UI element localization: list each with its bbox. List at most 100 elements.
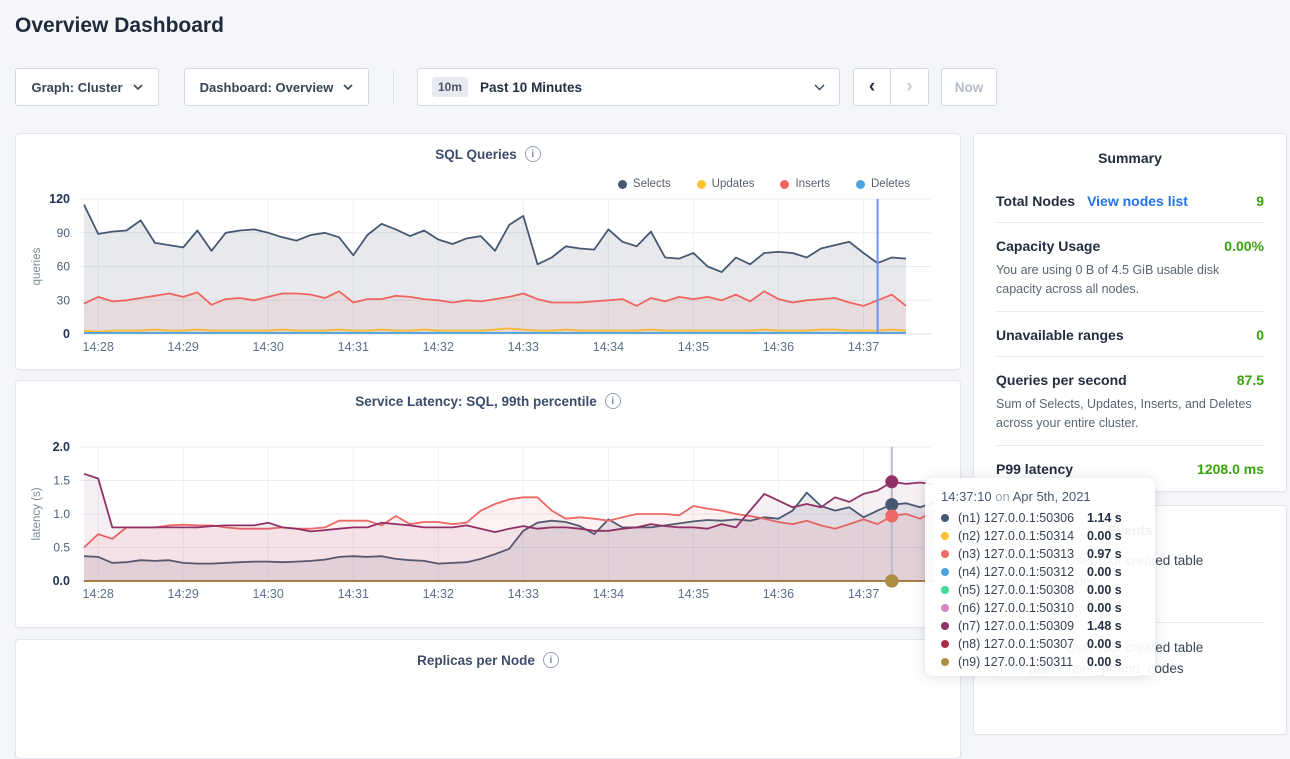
- replicas-card: Replicas per Node i: [15, 639, 961, 759]
- unavailable-ranges-row: Unavailable ranges 0: [996, 312, 1264, 357]
- node-color-dot: [941, 640, 949, 648]
- time-range-selector[interactable]: 10m Past 10 Minutes: [417, 68, 840, 106]
- y-tick-label: 120: [49, 192, 70, 206]
- x-tick-label: 14:35: [678, 587, 709, 601]
- x-tick-label: 14:33: [508, 587, 539, 601]
- time-range-label: Past 10 Minutes: [480, 80, 582, 95]
- unavailable-ranges-label: Unavailable ranges: [996, 327, 1124, 343]
- x-tick-label: 14:31: [338, 587, 369, 601]
- node-latency-value: 0.00 s: [1087, 655, 1122, 669]
- node-address: (n4) 127.0.0.1:50312: [958, 565, 1087, 579]
- replicas-title: Replicas per Node: [417, 653, 535, 668]
- node-color-dot: [941, 622, 949, 630]
- next-button[interactable]: ›: [891, 69, 928, 105]
- tooltip-row: (n7) 127.0.0.1:503091.48 s: [941, 617, 1139, 635]
- chevron-down-icon: [133, 84, 143, 90]
- y-tick-label: 0.5: [53, 541, 70, 555]
- now-button[interactable]: Now: [941, 68, 997, 106]
- view-nodes-link[interactable]: View nodes list: [1087, 193, 1188, 209]
- p99-label: P99 latency: [996, 461, 1073, 477]
- tooltip-row: (n8) 127.0.0.1:503070.00 s: [941, 635, 1139, 653]
- node-latency-value: 0.00 s: [1087, 529, 1122, 543]
- tooltip-row: (n9) 127.0.0.1:503110.00 s: [941, 653, 1139, 671]
- capacity-desc: You are using 0 B of 4.5 GiB usable disk…: [996, 261, 1264, 312]
- time-range-badge: 10m: [432, 77, 468, 97]
- x-tick-label: 14:35: [678, 340, 709, 354]
- node-latency-value: 1.14 s: [1087, 511, 1122, 525]
- tooltip-date: Apr 5th, 2021: [1013, 489, 1091, 504]
- tooltip-row: (n1) 127.0.0.1:503061.14 s: [941, 509, 1139, 527]
- total-nodes-row: Total Nodes View nodes list 9: [996, 178, 1264, 223]
- x-tick-label: 14:30: [253, 587, 284, 601]
- qps-desc: Sum of Selects, Updates, Inserts, and De…: [996, 395, 1264, 446]
- total-nodes-value: 9: [1256, 193, 1264, 209]
- graph-dropdown[interactable]: Graph: Cluster: [15, 68, 159, 106]
- hover-dot: [885, 510, 898, 523]
- node-address: (n8) 127.0.0.1:50307: [958, 637, 1087, 651]
- node-address: (n1) 127.0.0.1:50306: [958, 511, 1087, 525]
- hover-dot: [885, 575, 898, 588]
- tooltip-row: (n2) 127.0.0.1:503140.00 s: [941, 527, 1139, 545]
- sql-queries-card: SQL Queries i SelectsUpdatesInsertsDelet…: [15, 133, 961, 370]
- node-latency-value: 0.00 s: [1087, 565, 1122, 579]
- y-tick-label: 2.0: [53, 440, 70, 454]
- tooltip-header: 14:37:10 on Apr 5th, 2021: [941, 489, 1139, 504]
- node-latency-value: 1.48 s: [1087, 619, 1122, 633]
- chevron-down-icon: [814, 84, 825, 91]
- node-color-dot: [941, 658, 949, 666]
- node-address: (n2) 127.0.0.1:50314: [958, 529, 1087, 543]
- graph-dropdown-label: Graph: Cluster: [31, 80, 122, 95]
- node-latency-value: 0.00 s: [1087, 637, 1122, 651]
- unavailable-ranges-value: 0: [1256, 327, 1264, 343]
- time-nav-group: ‹ ›: [853, 68, 929, 106]
- node-color-dot: [941, 532, 949, 540]
- node-address: (n7) 127.0.0.1:50309: [958, 619, 1087, 633]
- page-title: Overview Dashboard: [15, 14, 224, 38]
- prev-button[interactable]: ‹: [854, 69, 891, 105]
- x-tick-label: 14:29: [168, 587, 199, 601]
- x-tick-label: 14:28: [83, 587, 114, 601]
- chevron-down-icon: [343, 84, 353, 90]
- y-tick-label: 1.5: [53, 474, 70, 488]
- hover-tooltip: 14:37:10 on Apr 5th, 2021 (n1) 127.0.0.1…: [925, 478, 1155, 676]
- hover-dot: [885, 498, 898, 511]
- capacity-value: 0.00%: [1224, 238, 1264, 254]
- x-tick-label: 14:34: [593, 587, 624, 601]
- dashboard-dropdown[interactable]: Dashboard: Overview: [184, 68, 369, 106]
- p99-value: 1208.0 ms: [1197, 461, 1264, 477]
- sql-queries-chart[interactable]: 030609012014:2814:2914:3014:3114:3214:33…: [16, 134, 962, 371]
- x-tick-label: 14:34: [593, 340, 624, 354]
- x-tick-label: 14:29: [168, 340, 199, 354]
- toolbar-divider: [393, 70, 394, 104]
- x-tick-label: 14:31: [338, 340, 369, 354]
- summary-title: Summary: [974, 134, 1286, 166]
- summary-card: Summary Total Nodes View nodes list 9 Ca…: [973, 133, 1287, 492]
- x-tick-label: 14:32: [423, 587, 454, 601]
- node-color-dot: [941, 514, 949, 522]
- hover-dot: [885, 475, 898, 488]
- y-tick-label: 60: [57, 260, 71, 274]
- x-tick-label: 14:37: [848, 340, 879, 354]
- tooltip-on: on: [995, 489, 1009, 504]
- node-color-dot: [941, 604, 949, 612]
- x-tick-label: 14:30: [253, 340, 284, 354]
- x-tick-label: 14:28: [83, 340, 114, 354]
- tooltip-row: (n4) 127.0.0.1:503120.00 s: [941, 563, 1139, 581]
- node-address: (n3) 127.0.0.1:50313: [958, 547, 1087, 561]
- node-latency-value: 0.00 s: [1087, 583, 1122, 597]
- y-tick-label: 90: [57, 226, 71, 240]
- node-latency-value: 0.00 s: [1087, 601, 1122, 615]
- node-color-dot: [941, 550, 949, 558]
- x-tick-label: 14:36: [763, 340, 794, 354]
- y-axis-label: latency (s): [31, 487, 43, 540]
- y-tick-label: 0: [63, 327, 70, 341]
- info-icon[interactable]: i: [543, 652, 559, 668]
- x-tick-label: 14:32: [423, 340, 454, 354]
- tooltip-time: 14:37:10: [941, 489, 992, 504]
- node-address: (n9) 127.0.0.1:50311: [958, 655, 1087, 669]
- x-tick-label: 14:37: [848, 587, 879, 601]
- qps-value: 87.5: [1237, 372, 1264, 388]
- node-address: (n5) 127.0.0.1:50308: [958, 583, 1087, 597]
- latency-chart[interactable]: 0.00.51.01.52.014:2814:2914:3014:3114:32…: [16, 381, 962, 629]
- latency-card: Service Latency: SQL, 99th percentile i …: [15, 380, 961, 628]
